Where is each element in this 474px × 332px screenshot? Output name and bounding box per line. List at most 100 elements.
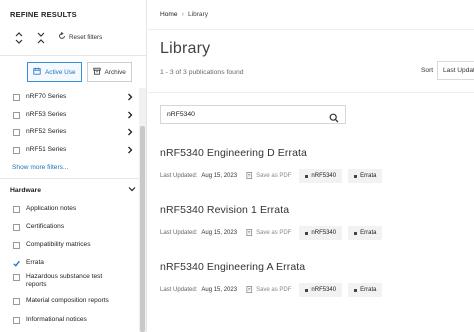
tag-chip[interactable]: nRF5340 bbox=[299, 169, 343, 183]
show-more-filters-link[interactable]: Show more filters... bbox=[12, 164, 68, 171]
tag-chip[interactable]: Errata bbox=[348, 283, 383, 297]
last-updated-label: Last Updated: bbox=[160, 173, 198, 179]
last-updated-date: Aug 15, 2023 bbox=[201, 230, 238, 236]
filter-item-material-composition[interactable]: Material composition reports bbox=[0, 293, 137, 309]
chevron-right-icon[interactable] bbox=[127, 93, 133, 101]
last-updated-label: Last Updated: bbox=[160, 287, 198, 293]
tag-label: Errata bbox=[360, 230, 377, 236]
filter-item-hazardous-substance[interactable]: Hazardous substance test reports bbox=[0, 273, 137, 291]
status-tabs: Active Use Archive bbox=[27, 62, 132, 82]
save-as-pdf-button[interactable]: Save as PDF bbox=[246, 228, 291, 238]
filter-label: Informational notices bbox=[26, 316, 87, 324]
filter-item-nrf70[interactable]: nRF70 Series bbox=[0, 89, 137, 105]
tag-label: nRF5340 bbox=[311, 173, 337, 179]
filter-label: Certifications bbox=[26, 223, 65, 231]
tab-archive[interactable]: Archive bbox=[86, 62, 132, 82]
filter-label: nRF53 Series bbox=[26, 111, 67, 119]
save-as-pdf-button[interactable]: Save as PDF bbox=[246, 171, 292, 181]
checkbox[interactable] bbox=[13, 128, 20, 136]
filter-item-application-notes[interactable]: Application notes bbox=[0, 201, 137, 217]
last-updated-date: Aug 15, 2023 bbox=[201, 173, 238, 179]
tag-label: Errata bbox=[360, 173, 377, 179]
checkbox[interactable] bbox=[13, 316, 20, 324]
last-updated-label: Last Updated: bbox=[160, 230, 198, 236]
tag-dot-icon bbox=[354, 174, 358, 178]
checkmark-icon[interactable] bbox=[13, 260, 20, 267]
checkbox[interactable] bbox=[13, 146, 20, 154]
hardware-section-toggle[interactable]: Hardware bbox=[10, 183, 136, 197]
save-as-pdf-button[interactable]: Save as PDF bbox=[246, 285, 292, 295]
checkbox[interactable] bbox=[13, 297, 20, 305]
tag-label: Errata bbox=[360, 287, 377, 293]
reset-filters-label: Reset filters bbox=[69, 33, 103, 41]
tab-active-use[interactable]: Active Use bbox=[27, 62, 82, 82]
checkbox[interactable] bbox=[13, 274, 20, 281]
result-title-link[interactable]: nRF5340 Revision 1 Errata bbox=[160, 204, 460, 216]
divider bbox=[0, 178, 146, 179]
results-count: 1 - 3 of 3 publications found bbox=[160, 69, 244, 76]
result-meta: Last Updated: Aug 15, 2023 Save as PDF n… bbox=[160, 283, 460, 297]
filter-item-informational-notices[interactable]: Informational notices bbox=[0, 312, 137, 328]
tag-chip[interactable]: Errata bbox=[348, 169, 383, 183]
result-item: nRF5340 Revision 1 Errata Last Updated: … bbox=[160, 204, 460, 240]
last-updated-date: Aug 15, 2023 bbox=[201, 287, 238, 293]
chevron-right-icon[interactable] bbox=[127, 111, 133, 119]
tag-chip[interactable]: Errata bbox=[348, 226, 383, 240]
filter-item-nrf51[interactable]: nRF51 Series bbox=[0, 142, 137, 158]
expand-icon[interactable] bbox=[14, 31, 24, 45]
checkbox[interactable] bbox=[13, 111, 20, 119]
search-icon[interactable] bbox=[329, 110, 339, 122]
collapse-icon[interactable] bbox=[36, 31, 46, 45]
filter-label: Application notes bbox=[26, 205, 77, 213]
tag-dot-icon bbox=[354, 288, 358, 292]
tag-dot-icon bbox=[354, 231, 358, 235]
filter-label: Compatibility matrices bbox=[26, 241, 91, 249]
tag-chip[interactable]: nRF5340 bbox=[299, 283, 343, 297]
filter-label: Material composition reports bbox=[26, 297, 109, 305]
filter-label: nRF70 Series bbox=[26, 93, 67, 101]
save-as-pdf-label: Save as PDF bbox=[256, 173, 292, 179]
tag-dot-icon bbox=[305, 288, 309, 292]
calendar-icon bbox=[33, 67, 41, 77]
result-item: nRF5340 Engineering A Errata Last Update… bbox=[160, 261, 460, 297]
filter-item-compatibility-matrices[interactable]: Compatibility matrices bbox=[0, 237, 137, 253]
breadcrumb: Home › Library bbox=[160, 11, 208, 18]
breadcrumb-home-link[interactable]: Home bbox=[160, 11, 178, 18]
save-as-pdf-label: Save as PDF bbox=[256, 287, 292, 293]
tag-dot-icon bbox=[305, 231, 309, 235]
filter-item-nrf52[interactable]: nRF52 Series bbox=[0, 124, 137, 140]
filter-item-certifications[interactable]: Certifications bbox=[0, 219, 137, 235]
result-item: nRF5340 Engineering D Errata Last Update… bbox=[160, 147, 460, 183]
result-title-link[interactable]: nRF5340 Engineering D Errata bbox=[160, 147, 460, 159]
search-box bbox=[160, 105, 346, 124]
sidebar-scrollbar-thumb[interactable] bbox=[140, 126, 145, 332]
filter-item-nrf53[interactable]: nRF53 Series bbox=[0, 107, 137, 123]
result-title-link[interactable]: nRF5340 Engineering A Errata bbox=[160, 261, 460, 273]
reset-filters-button[interactable]: Reset filters bbox=[58, 32, 102, 42]
pdf-icon bbox=[246, 228, 253, 238]
breadcrumb-separator: › bbox=[181, 11, 184, 18]
sort-toggle-group bbox=[14, 31, 48, 45]
checkbox[interactable] bbox=[13, 205, 20, 213]
tag-dot-icon bbox=[305, 174, 309, 178]
tag-chip[interactable]: nRF5340 bbox=[299, 226, 343, 240]
checkbox[interactable] bbox=[13, 241, 20, 249]
library-main: Home › Library Library 1 - 3 of 3 public… bbox=[148, 0, 474, 332]
reset-icon bbox=[58, 32, 66, 42]
chevron-right-icon[interactable] bbox=[127, 128, 133, 136]
sort-label: Sort bbox=[421, 67, 434, 74]
search-input[interactable] bbox=[161, 106, 329, 123]
tag-label: nRF5340 bbox=[311, 287, 337, 293]
archive-icon bbox=[92, 67, 101, 77]
chevron-right-icon[interactable] bbox=[127, 146, 133, 154]
tag-label: nRF5340 bbox=[311, 230, 337, 236]
filter-item-errata[interactable]: Errata bbox=[0, 255, 137, 271]
divider bbox=[148, 92, 474, 93]
checkbox[interactable] bbox=[13, 223, 20, 231]
sort-select[interactable]: Last Updated bbox=[437, 61, 474, 80]
divider bbox=[0, 55, 146, 56]
refine-sidebar: REFINE RESULTS Reset filters Active Use … bbox=[0, 0, 147, 332]
tab-active-use-label: Active Use bbox=[45, 68, 76, 76]
divider bbox=[148, 29, 474, 30]
checkbox[interactable] bbox=[13, 93, 20, 101]
